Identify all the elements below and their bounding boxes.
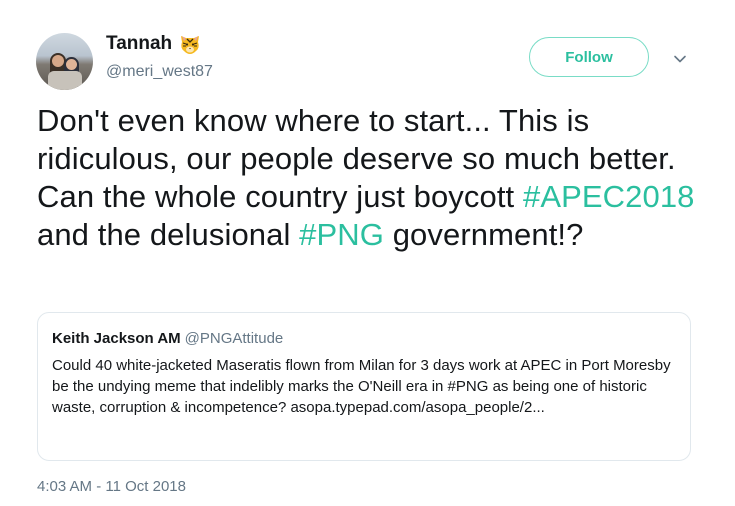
author-name-row[interactable]: Tannah — [106, 33, 201, 55]
quoted-tweet-card[interactable]: Keith Jackson AM @PNGAttitude Could 40 wh… — [37, 312, 691, 461]
hashtag-link[interactable]: #APEC2018 — [523, 179, 695, 214]
follow-button[interactable]: Follow — [529, 37, 649, 77]
avatar-face — [66, 59, 77, 70]
author-handle[interactable]: @meri_west87 — [106, 63, 213, 81]
tweet-text: Don't even know where to start... This i… — [37, 102, 697, 254]
tweet-timestamp[interactable]: 4:03 AM - 11 Oct 2018 — [37, 478, 186, 495]
tweet-text-part: and the delusional — [37, 217, 300, 252]
avatar-shirt — [48, 71, 82, 90]
author-display-name[interactable]: Tannah — [106, 33, 172, 55]
quoted-tweet-link[interactable]: asopa.typepad.com/asopa_people/2... — [290, 399, 544, 416]
quoted-tweet-header: Keith Jackson AM @PNGAttitude — [52, 329, 676, 349]
avatar[interactable] — [36, 33, 93, 90]
quoted-tweet-text: Could 40 white-jacketed Maseratis flown … — [52, 355, 676, 418]
quoted-author-handle: @PNGAttitude — [184, 330, 284, 347]
quoted-author-name: Keith Jackson AM — [52, 330, 181, 347]
avatar-face — [52, 55, 64, 67]
tiger-face-icon — [181, 36, 200, 54]
tweet-text-part: government!? — [384, 217, 584, 252]
hashtag-link[interactable]: #PNG — [299, 217, 384, 252]
chevron-down-icon[interactable] — [671, 50, 689, 68]
